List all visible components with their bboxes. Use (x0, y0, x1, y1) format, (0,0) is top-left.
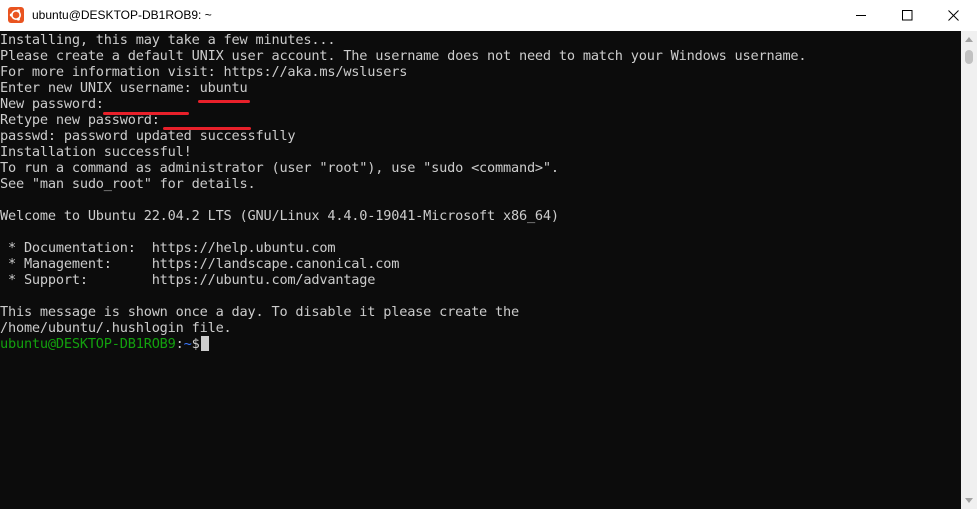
minimize-button[interactable] (839, 0, 885, 31)
prompt-symbol: $ (191, 336, 200, 352)
terminal-line: See "man sudo_root" for details. (0, 176, 256, 192)
window-title: ubuntu@DESKTOP-DB1ROB9: ~ (32, 8, 212, 22)
close-button[interactable] (931, 0, 977, 31)
terminal-line: Installing, this may take a few minutes.… (0, 32, 336, 48)
terminal-line: For more information visit: https://aka.… (0, 64, 408, 80)
arrow-up-icon (965, 37, 973, 42)
terminal-line: Enter new UNIX username: ubuntu (0, 80, 248, 96)
prompt-path: ~ (183, 336, 192, 352)
scroll-up-button[interactable] (961, 31, 977, 48)
scroll-down-button[interactable] (961, 492, 977, 509)
arrow-down-icon (965, 498, 973, 503)
scroll-thumb[interactable] (965, 50, 973, 64)
terminal-line: Please create a default UNIX user accoun… (0, 48, 807, 64)
terminal-line: To run a command as administrator (user … (0, 160, 559, 176)
terminal-output[interactable]: Installing, this may take a few minutes.… (0, 31, 961, 509)
terminal-line: /home/ubuntu/.hushlogin file. (0, 320, 232, 336)
title-bar[interactable]: ubuntu@DESKTOP-DB1ROB9: ~ (0, 0, 977, 31)
minimize-icon (856, 15, 866, 16)
close-icon (948, 10, 959, 21)
vertical-scrollbar[interactable] (961, 31, 977, 509)
ubuntu-logo-icon[interactable] (8, 7, 24, 23)
annotation-underline (103, 112, 189, 115)
terminal-line: * Management: https://landscape.canonica… (0, 256, 400, 272)
terminal-window: ubuntu@DESKTOP-DB1ROB9: ~ Installing, th… (0, 0, 977, 509)
text-cursor (200, 336, 209, 351)
annotation-underline (163, 127, 251, 130)
prompt-separator: : (175, 336, 184, 352)
terminal-line: New password: (0, 96, 104, 112)
terminal-line: * Support: https://ubuntu.com/advantage (0, 272, 376, 288)
maximize-button[interactable] (885, 0, 931, 31)
terminal-line: passwd: password updated successfully (0, 128, 296, 144)
annotation-underline (198, 100, 250, 103)
terminal-line: Welcome to Ubuntu 22.04.2 LTS (GNU/Linux… (0, 208, 559, 224)
maximize-icon (902, 10, 913, 21)
terminal-line: Installation successful! (0, 144, 192, 160)
terminal-line: * Documentation: https://help.ubuntu.com (0, 240, 336, 256)
terminal-line: This message is shown once a day. To dis… (0, 304, 519, 320)
prompt-user-host: ubuntu@DESKTOP-DB1ROB9 (0, 336, 176, 352)
shell-prompt[interactable]: ubuntu@DESKTOP-DB1ROB9:~$ (0, 336, 209, 352)
